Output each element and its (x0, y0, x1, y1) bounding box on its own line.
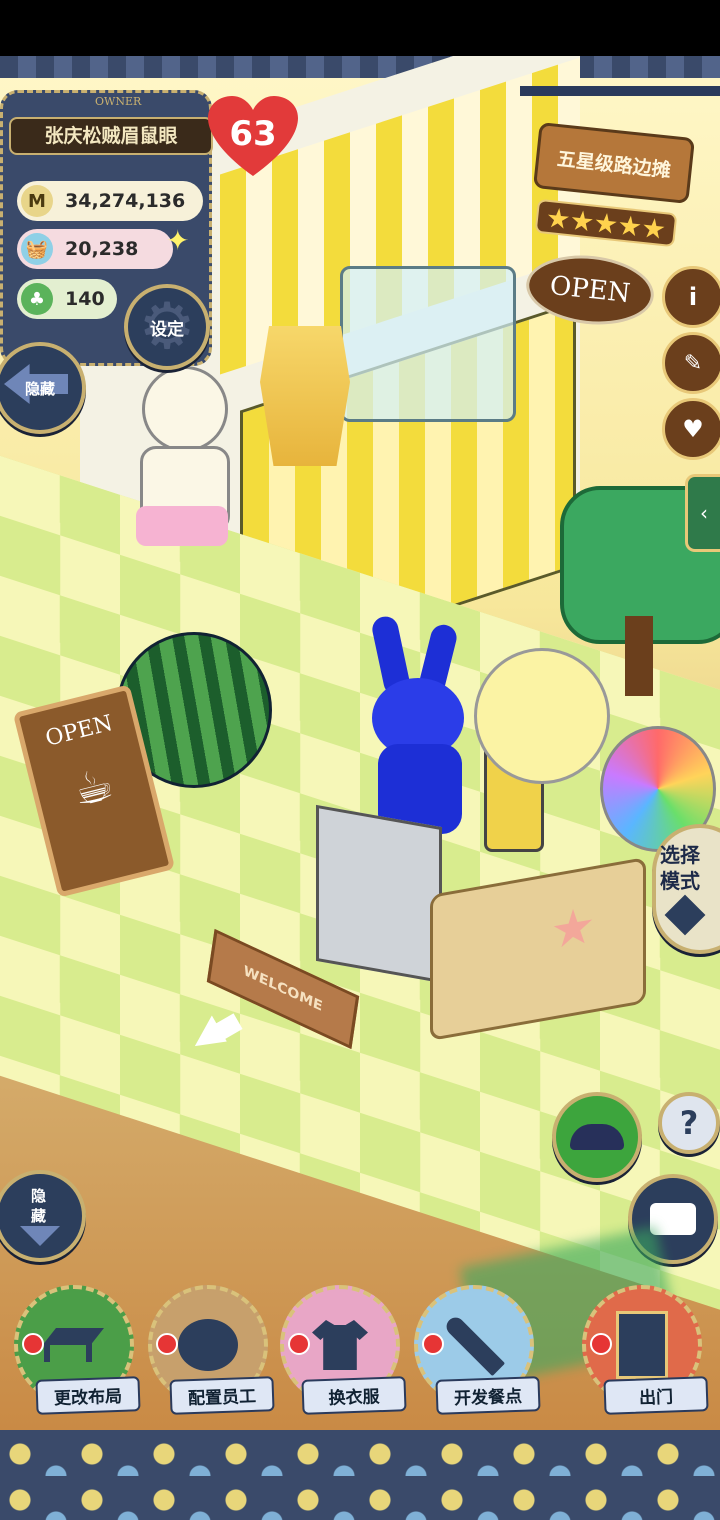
hat-icon (570, 1124, 624, 1150)
ingredients-stat: 🧺 20,238 (17, 229, 173, 269)
table-icon (44, 1328, 104, 1362)
chevron-left-icon: ‹ (700, 501, 708, 525)
heart-icon: ♥ (682, 415, 704, 443)
favorites-button[interactable]: ♥ (662, 398, 720, 460)
hide-bottom-label: 隐藏 (31, 1187, 47, 1225)
clover-stat: ♣ 140 (17, 279, 117, 319)
pin-icon (156, 1333, 178, 1355)
recipe-book-button[interactable]: ✎ (662, 332, 720, 394)
rating-star-icon (618, 214, 642, 238)
assign-staff-label: 配置员工 (169, 1376, 275, 1415)
sparkle-icon: ✦ (166, 224, 190, 257)
down-arrow-icon (20, 1226, 60, 1246)
starfish-icon (553, 905, 593, 952)
develop-food-label: 开发餐点 (435, 1376, 541, 1415)
clover-value: 140 (65, 288, 105, 310)
sign-bracket (520, 86, 720, 96)
yellow-bear-character[interactable] (474, 648, 610, 784)
top-stitch-border (0, 56, 720, 78)
change-layout-button[interactable]: 更改布局 (14, 1285, 141, 1415)
cake-display-case (340, 266, 516, 422)
help-button[interactable]: ? (658, 1092, 720, 1154)
ingredient-basket-icon: 🧺 (21, 233, 53, 265)
status-bar (0, 0, 720, 56)
camera-icon (650, 1203, 696, 1235)
game-scene[interactable]: OPEN ☕ WELCOME OWNER 张庆松贼眉鼠眼 M 34,274,13… (0, 56, 720, 1430)
select-mode-label: 选择模式 (660, 843, 700, 893)
fries-decoration (260, 326, 350, 466)
pin-icon (22, 1333, 44, 1355)
settings-label: 设定 (150, 319, 184, 340)
money-value: 34,274,136 (65, 190, 186, 212)
change-layout-label: 更改布局 (35, 1376, 141, 1415)
pin-icon (422, 1333, 444, 1355)
select-mode-button[interactable]: 选择模式 (652, 824, 720, 954)
pin-icon (590, 1333, 612, 1355)
rating-star-icon (546, 207, 570, 231)
hide-top-button[interactable]: 隐藏 (0, 342, 86, 434)
rating-star-icon (642, 217, 666, 241)
owner-tag: OWNER (95, 95, 142, 108)
info-icon: i (688, 283, 698, 311)
coffee-cup-icon: ☕ (67, 758, 119, 818)
money-stat: M 34,274,136 (17, 181, 203, 221)
assign-staff-button[interactable]: 配置员工 (148, 1285, 275, 1415)
change-clothes-button[interactable]: 换衣服 (280, 1285, 407, 1415)
blue-bunny-character[interactable] (360, 614, 480, 836)
open-status-text: OPEN (548, 270, 632, 310)
hide-bottom-button[interactable]: 隐藏 (0, 1170, 86, 1262)
open-board-text: OPEN (43, 710, 116, 752)
money-icon: M (21, 185, 53, 217)
shop-title: 五星级路边摊 (555, 147, 672, 182)
exit-button[interactable]: 出门 (582, 1285, 709, 1415)
pin-icon (288, 1333, 310, 1355)
door-icon (616, 1311, 668, 1379)
bear-head-icon (178, 1319, 238, 1371)
develop-food-button[interactable]: 开发餐点 (414, 1285, 541, 1415)
player-name: 张庆松贼眉鼠眼 (9, 117, 213, 155)
hat-button[interactable] (552, 1092, 642, 1182)
level-value: 63 (229, 114, 277, 154)
info-button[interactable]: i (662, 266, 720, 328)
display-pedestal (316, 804, 442, 984)
tree-trunk (625, 616, 653, 696)
side-panel-tab[interactable]: ‹ (685, 474, 720, 552)
rating-star-icon (594, 212, 618, 236)
help-label: ? (679, 1104, 699, 1142)
shirt-icon (312, 1320, 368, 1370)
rating-star-icon (570, 209, 594, 233)
book-icon: ✎ (683, 350, 703, 376)
ingredients-value: 20,238 (65, 238, 139, 260)
clover-icon: ♣ (21, 283, 53, 315)
settings-button[interactable]: ⚙ 设定 (124, 284, 210, 370)
change-clothes-label: 换衣服 (301, 1376, 407, 1415)
cube-icon (664, 894, 706, 936)
white-bear-character[interactable] (132, 366, 232, 566)
knife-icon (442, 1313, 506, 1377)
exit-label: 出门 (603, 1376, 709, 1415)
hide-top-label: 隐藏 (24, 379, 55, 398)
star-pattern-footer (0, 1430, 720, 1520)
